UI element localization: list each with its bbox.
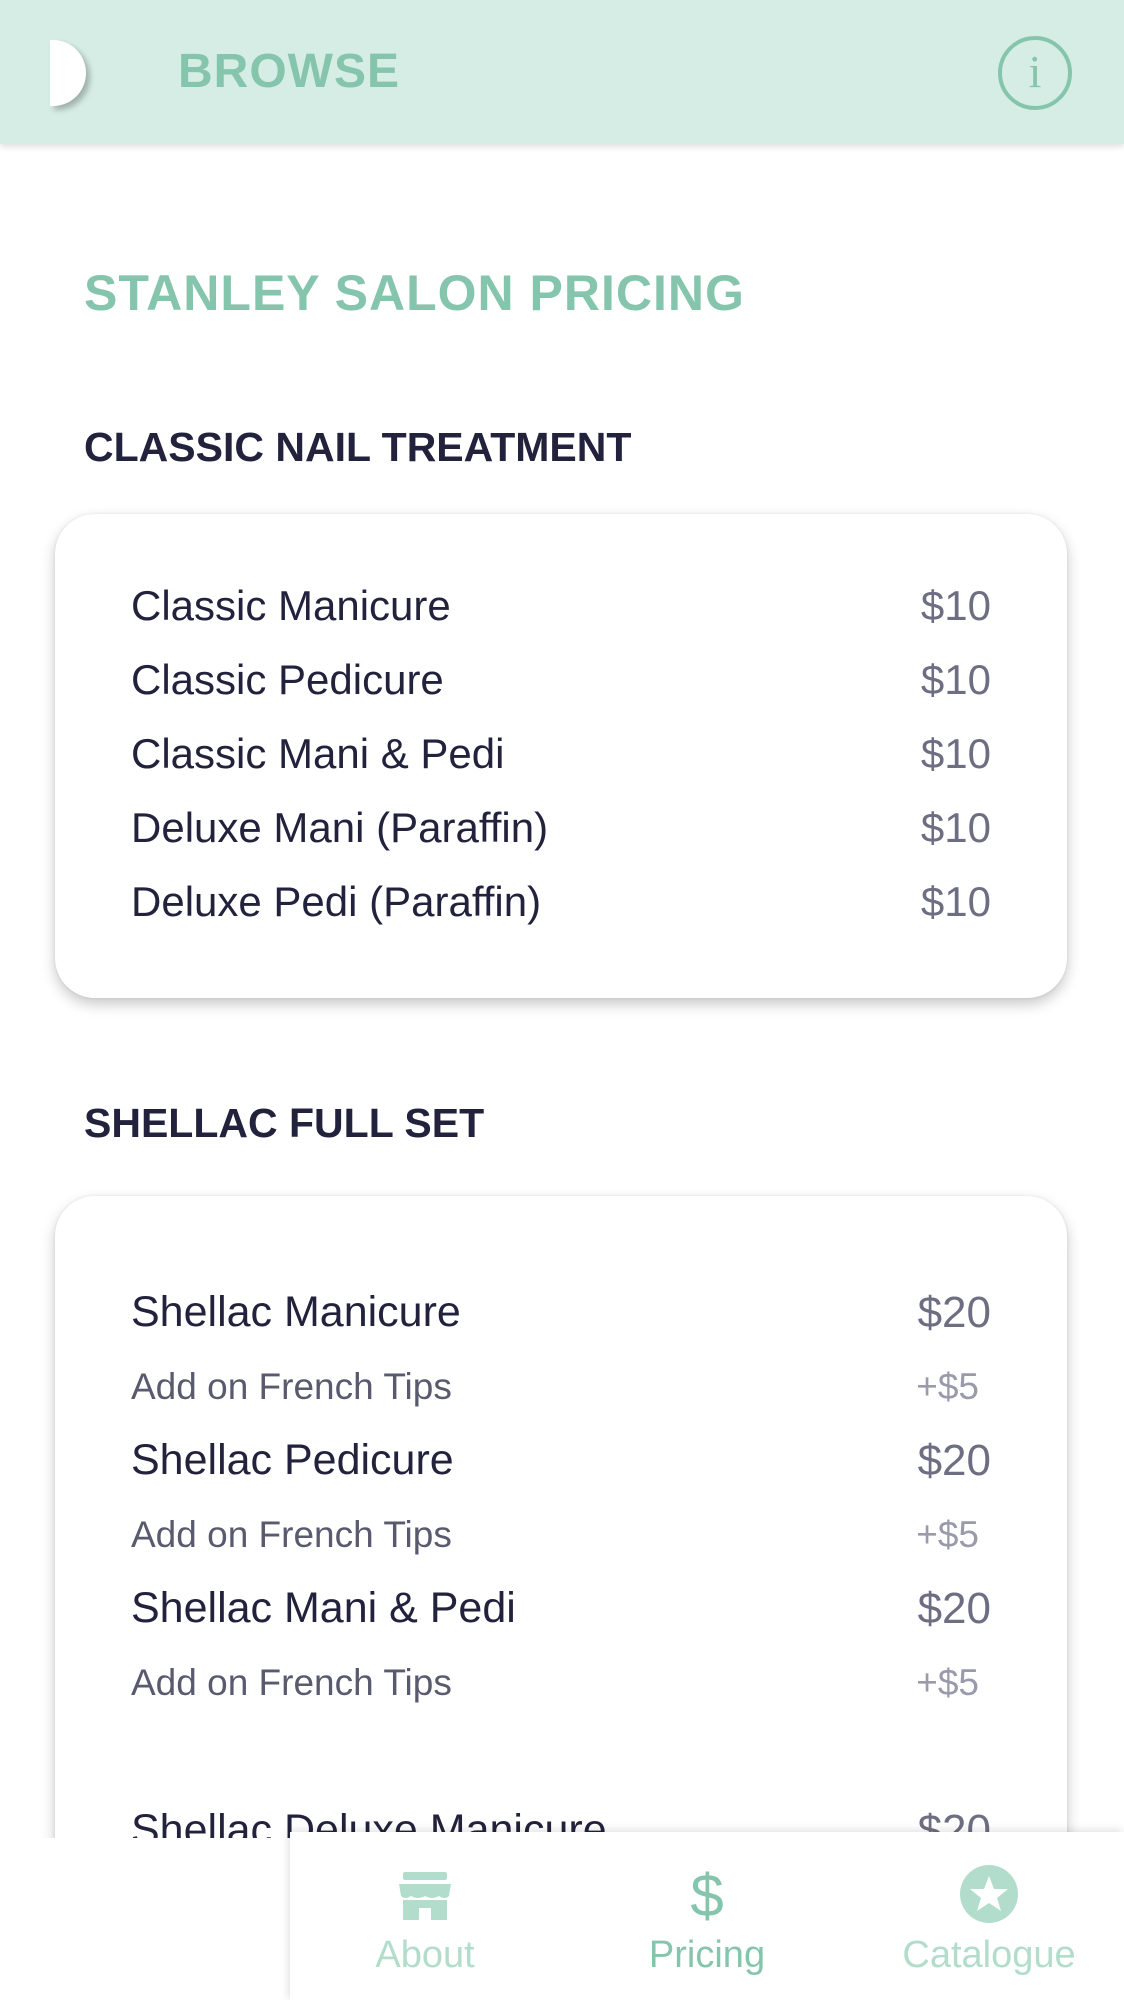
service-name: Deluxe Pedi (Paraffin) (131, 878, 542, 925)
tab-pricing-label: Pricing (648, 1934, 766, 1976)
price-row: Classic Mani & Pedi $10 (131, 730, 991, 790)
tab-pricing[interactable]: $ Pricing (572, 1832, 842, 2000)
service-name: Deluxe Mani (Paraffin) (131, 804, 549, 851)
tab-about-label: About (375, 1934, 475, 1976)
service-name: Shellac Mani & Pedi (131, 1584, 516, 1632)
price-card-classic: Classic Manicure $10 Classic Pedicure $1… (55, 514, 1067, 998)
service-price: $10 (920, 730, 991, 777)
store-icon (399, 1872, 451, 1920)
service-name: Classic Pedicure (131, 656, 444, 703)
service-name: Shellac Pedicure (131, 1436, 454, 1484)
half-circle-icon (50, 40, 86, 106)
tab-about[interactable]: About (290, 1832, 560, 2000)
addon-name: Add on French Tips (131, 1662, 452, 1703)
tab-catalogue-label: Catalogue (902, 1934, 1076, 1976)
service-price: $10 (920, 878, 991, 925)
service-name: Classic Mani & Pedi (131, 730, 505, 777)
price-row: Shellac Pedicure $20 (131, 1436, 991, 1496)
app-bar-title: BROWSE (178, 45, 400, 98)
tab-catalogue[interactable]: Catalogue (854, 1832, 1124, 2000)
bottom-spacer (0, 1838, 290, 2000)
info-button[interactable]: i (998, 36, 1072, 110)
addon-row: Add on French Tips +$5 (131, 1514, 991, 1574)
service-price: $10 (920, 582, 991, 629)
star-badge-icon (960, 1865, 1018, 1923)
price-row: Shellac Manicure $20 (131, 1288, 991, 1348)
service-name: Classic Manicure (131, 582, 451, 629)
price-row: Deluxe Mani (Paraffin) $10 (131, 804, 991, 864)
price-row: Classic Manicure $10 (131, 582, 991, 642)
service-price: $10 (920, 804, 991, 851)
bottom-tab-bar: About $ Pricing Catalogue (290, 1832, 1124, 2000)
addon-name: Add on French Tips (131, 1514, 452, 1555)
addon-price: +$5 (916, 1366, 979, 1407)
page-title: STANLEY SALON PRICING (84, 265, 745, 321)
price-row: Classic Pedicure $10 (131, 656, 991, 716)
service-price: $20 (917, 1436, 991, 1485)
addon-name: Add on French Tips (131, 1366, 452, 1407)
service-name: Shellac Manicure (131, 1288, 461, 1336)
addon-price: +$5 (916, 1514, 979, 1555)
drawer-toggle-button[interactable] (50, 40, 90, 106)
section-heading-shellac: SHELLAC FULL SET (84, 1100, 485, 1146)
info-icon: i (1028, 46, 1042, 97)
service-price: $20 (917, 1288, 991, 1337)
top-app-bar: BROWSE i (0, 0, 1124, 144)
price-row: Deluxe Pedi (Paraffin) $10 (131, 878, 991, 938)
addon-price: +$5 (916, 1662, 979, 1703)
section-heading-classic: CLASSIC NAIL TREATMENT (84, 424, 632, 470)
service-price: $20 (917, 1584, 991, 1633)
dollar-icon: $ (690, 1862, 724, 1929)
price-row: Shellac Mani & Pedi $20 (131, 1584, 991, 1644)
service-price: $10 (920, 656, 991, 703)
addon-row: Add on French Tips +$5 (131, 1366, 991, 1426)
addon-row: Add on French Tips +$5 (131, 1662, 991, 1722)
